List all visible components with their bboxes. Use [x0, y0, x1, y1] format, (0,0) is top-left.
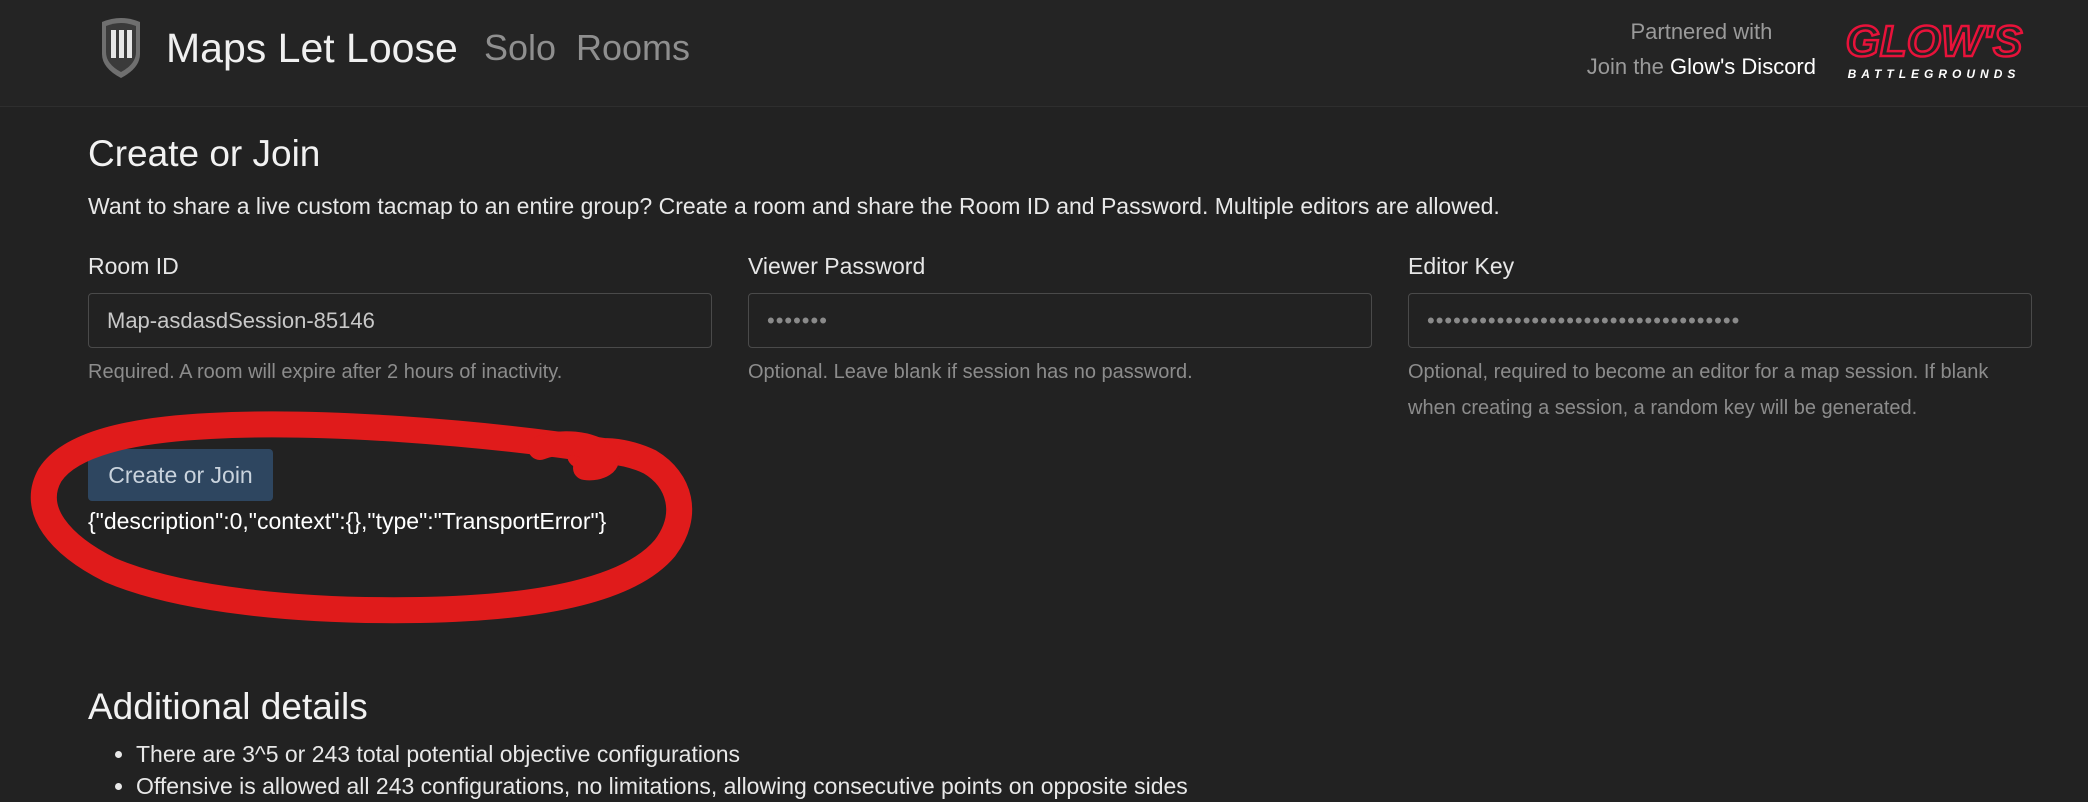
create-title: Create or Join [88, 133, 321, 174]
list-item: There are 3^5 or 243 total potential obj… [136, 738, 1188, 770]
viewer-password-input[interactable] [748, 293, 1372, 348]
nav-solo[interactable]: Solo [484, 24, 556, 72]
viewer-password-help: Optional. Leave blank if session has no … [748, 361, 1193, 383]
helmet-logo-icon[interactable] [98, 16, 144, 80]
editor-key-label: Editor Key [1408, 253, 1515, 279]
details-list: There are 3^5 or 243 total potential obj… [108, 738, 1188, 802]
brand-title[interactable]: Maps Let Loose [166, 22, 458, 74]
list-item: Offensive is allowed all 243 configurati… [136, 770, 1188, 802]
editor-key-input[interactable] [1408, 293, 2032, 348]
room-id-help: Required. A room will expire after 2 hou… [88, 361, 563, 383]
viewer-password-label: Viewer Password [748, 253, 926, 279]
partner-logo-main: GLOW'S [1846, 17, 2023, 66]
room-id-label: Room ID [88, 253, 179, 279]
discord-link[interactable]: Glow's Discord [1670, 54, 1816, 79]
partner-logo-sub: BATTLEGROUNDS [1848, 67, 2021, 81]
create-or-join-button[interactable]: Create or Join [88, 449, 273, 501]
editor-key-help: Optional, required to become an editor f… [1408, 361, 1989, 419]
room-id-input[interactable] [88, 293, 712, 348]
discord-line: Join the Glow's Discord [1587, 49, 1816, 84]
partner-line: Partnered with [1630, 19, 1773, 44]
partner-info: Partnered with Join the Glow's Discord [1587, 14, 1816, 84]
details-title: Additional details [88, 686, 368, 727]
create-intro: Want to share a live custom tacmap to an… [88, 193, 1500, 219]
nav-rooms[interactable]: Rooms [576, 24, 690, 72]
glows-battlegrounds-logo[interactable]: GLOW'S BATTLEGROUNDS [1830, 14, 2038, 84]
join-prefix: Join the [1586, 54, 1664, 79]
navbar: Maps Let Loose Solo Rooms Partnered with… [0, 0, 2088, 107]
error-message: {"description":0,"context":{},"type":"Tr… [88, 508, 607, 534]
